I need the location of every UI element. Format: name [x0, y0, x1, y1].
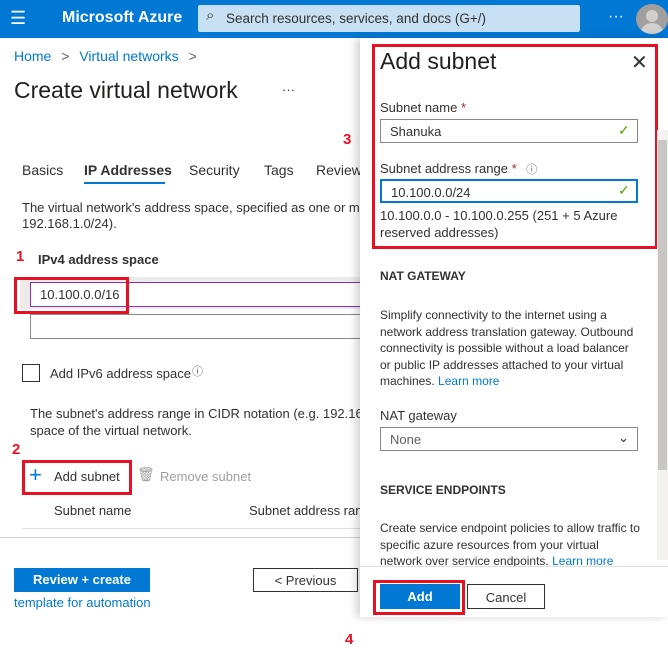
trash-icon: 🗑	[137, 466, 155, 482]
nat-heading: NAT GATEWAY	[380, 269, 466, 283]
search-input[interactable]: Search resources, services, and docs (G+…	[198, 5, 580, 32]
tab-tags[interactable]: Tags	[264, 162, 294, 178]
breadcrumb-home[interactable]: Home	[14, 48, 51, 64]
previous-button[interactable]: < Previous	[253, 568, 358, 592]
service-endpoints-heading: SERVICE ENDPOINTS	[380, 483, 506, 497]
add-button[interactable]: Add	[380, 584, 460, 609]
ipv6-checkbox[interactable]	[22, 364, 40, 382]
range-info: 10.100.0.0 - 10.100.0.255 (251 + 5 Azure…	[380, 208, 618, 240]
learn-more-link[interactable]: Learn more	[438, 374, 499, 388]
tab-ip-addresses[interactable]: IP Addresses	[84, 162, 172, 178]
annotation-1: 1	[16, 248, 25, 265]
tab-review[interactable]: Review	[316, 162, 362, 178]
page-title: Create virtual network	[14, 77, 238, 103]
add-subnet-button[interactable]: Add subnet	[54, 469, 120, 484]
divider	[22, 528, 362, 529]
service-endpoints-description: Create service endpoint policies to allo…	[380, 521, 640, 568]
annotation-3: 3	[343, 131, 352, 148]
breadcrumb-virtual-networks[interactable]: Virtual networks	[79, 48, 178, 64]
valid-check-icon: ✓	[618, 122, 630, 138]
template-link[interactable]: template for automation	[14, 595, 151, 610]
page-more-icon[interactable]: ···	[282, 82, 295, 97]
nat-gateway-label: NAT gateway	[380, 408, 457, 423]
remove-subnet-button[interactable]: Remove subnet	[160, 469, 251, 484]
menu-icon[interactable]: ☰	[10, 8, 26, 29]
address-description: The virtual network's address space, spe…	[22, 200, 367, 231]
scrollbar[interactable]	[657, 130, 668, 560]
review-create-button[interactable]: Review + create	[14, 568, 150, 592]
annotation-2: 2	[12, 441, 21, 458]
nat-gateway-dropdown[interactable]: None ⌄	[380, 427, 638, 451]
search-icon: ⌕	[206, 7, 215, 24]
footer-divider	[0, 537, 360, 538]
subnet-name-input[interactable]: Shanuka	[380, 119, 638, 143]
column-subnet-name: Subnet name	[54, 503, 132, 518]
subnet-description: The subnet's address range in CIDR notat…	[30, 406, 370, 438]
close-icon[interactable]: ✕	[631, 50, 648, 75]
info-icon[interactable]: ⓘ	[192, 363, 203, 379]
panel-title: Add subnet	[380, 48, 497, 74]
ipv4-empty-input[interactable]	[30, 314, 365, 339]
subnet-range-label: Subnet address range * ⓘ	[380, 161, 538, 176]
ipv4-label: IPv4 address space	[38, 252, 159, 267]
subnet-range-input[interactable]: 10.100.0.0/24	[380, 179, 638, 203]
info-icon: ⓘ	[526, 164, 538, 176]
nat-description: Simplify connectivity to the internet us…	[380, 308, 634, 388]
ipv6-label: Add IPv6 address space	[50, 366, 191, 381]
column-subnet-address-range: Subnet address ran	[249, 503, 363, 518]
tab-underline	[84, 182, 165, 184]
cancel-button[interactable]: Cancel	[467, 584, 545, 609]
annotation-box-1	[14, 277, 129, 314]
tab-basics[interactable]: Basics	[22, 162, 63, 178]
subnet-name-label: Subnet name *	[380, 100, 467, 115]
annotation-4: 4	[345, 631, 354, 648]
add-subnet-panel: Add subnet ✕ Subnet name * Shanuka ✓ Sub…	[343, 38, 668, 648]
tab-security[interactable]: Security	[189, 162, 240, 178]
more-icon[interactable]: ···	[608, 8, 624, 26]
chevron-down-icon: ⌄	[618, 430, 629, 445]
valid-check-icon: ✓	[618, 182, 630, 198]
breadcrumb: Home > Virtual networks >	[14, 48, 197, 64]
brand[interactable]: Microsoft Azure	[62, 9, 182, 27]
plus-icon: +	[29, 462, 42, 487]
avatar[interactable]	[636, 4, 668, 34]
